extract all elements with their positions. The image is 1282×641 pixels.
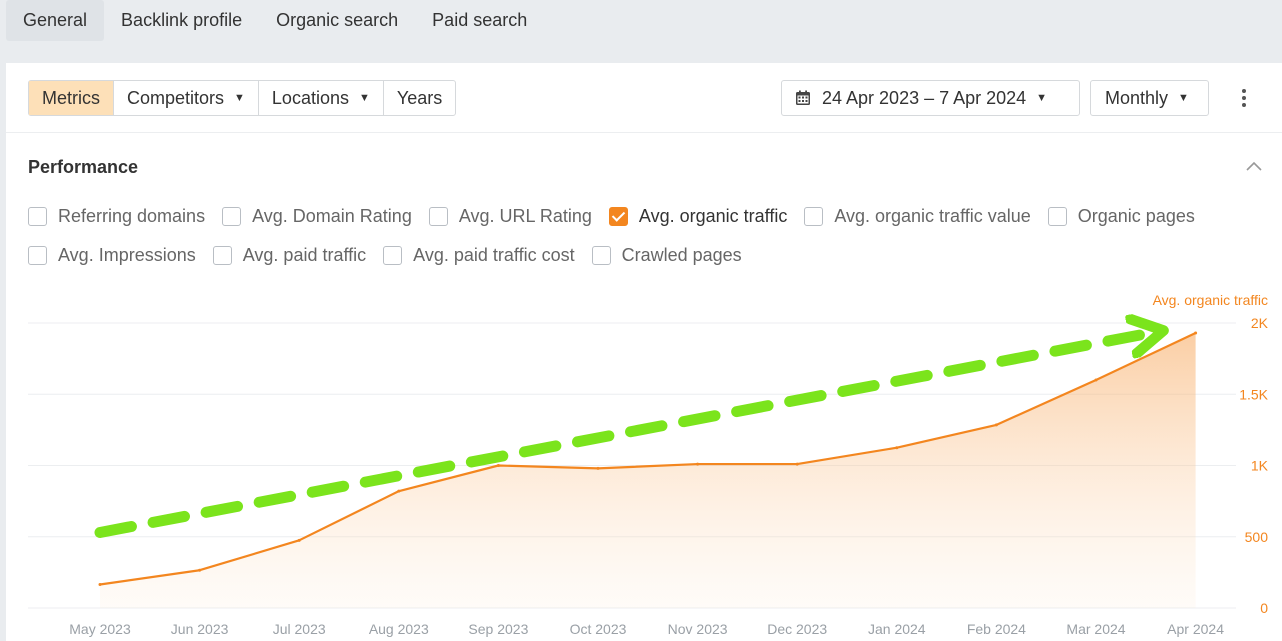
x-tick-label: Mar 2024	[1066, 621, 1125, 637]
data-point	[98, 582, 102, 586]
series-label: Avg. organic traffic	[1153, 292, 1268, 308]
x-tick-label: Sep 2023	[468, 621, 528, 637]
x-tick-label: Dec 2023	[767, 621, 827, 637]
x-tick-label: Jul 2023	[273, 621, 326, 637]
data-point	[596, 466, 600, 470]
data-point	[397, 489, 401, 493]
main-card: Metrics Competitors ▼ Locations ▼ Years 24 Ap…	[6, 63, 1282, 641]
series-area	[100, 332, 1196, 608]
y-tick-label: 0	[1260, 600, 1268, 616]
y-tick-label: 1K	[1251, 458, 1269, 474]
data-point	[496, 464, 500, 467]
tab-organic-search[interactable]: Organic search	[259, 0, 415, 41]
top-tabs: General Backlink profile Organic search Pai…	[6, 0, 544, 41]
data-point	[297, 538, 301, 542]
x-tick-label: Aug 2023	[369, 621, 429, 637]
data-point	[1094, 378, 1098, 382]
data-point	[1194, 331, 1198, 335]
x-tick-label: Feb 2024	[967, 621, 1026, 637]
traffic-chart: 0 500 1K 1.5K 2K Avg. organic traffic May 2023…	[28, 292, 1269, 637]
data-point	[795, 462, 799, 466]
x-tick-label: Jun 2023	[171, 621, 229, 637]
x-tick-label: Jan 2024	[868, 621, 926, 637]
tab-paid-search[interactable]: Paid search	[415, 0, 544, 41]
tab-general[interactable]: General	[6, 0, 105, 41]
tab-backlink-profile[interactable]: Backlink profile	[104, 0, 259, 41]
data-point	[198, 568, 202, 572]
y-tick-label: 500	[1245, 529, 1269, 545]
data-point	[994, 423, 998, 427]
y-tick-label: 2K	[1251, 315, 1269, 331]
y-tick-label: 1.5K	[1239, 386, 1268, 402]
x-tick-label: Apr 2024	[1167, 621, 1224, 637]
data-point	[895, 446, 899, 450]
x-tick-label: Oct 2023	[570, 621, 627, 637]
x-tick-label: Nov 2023	[668, 621, 728, 637]
data-point	[696, 462, 700, 466]
x-tick-label: May 2023	[69, 621, 131, 637]
